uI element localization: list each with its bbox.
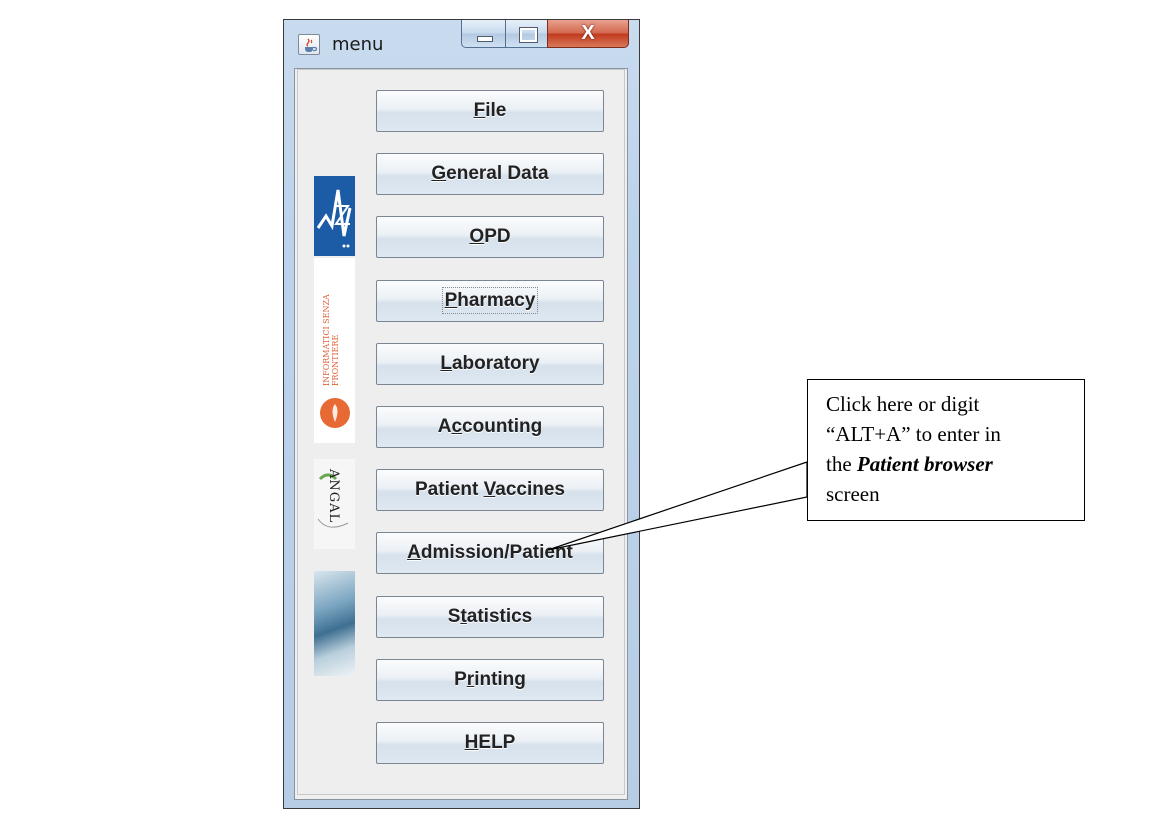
callout-arrow [547, 461, 808, 551]
callout-pointer [547, 461, 808, 551]
